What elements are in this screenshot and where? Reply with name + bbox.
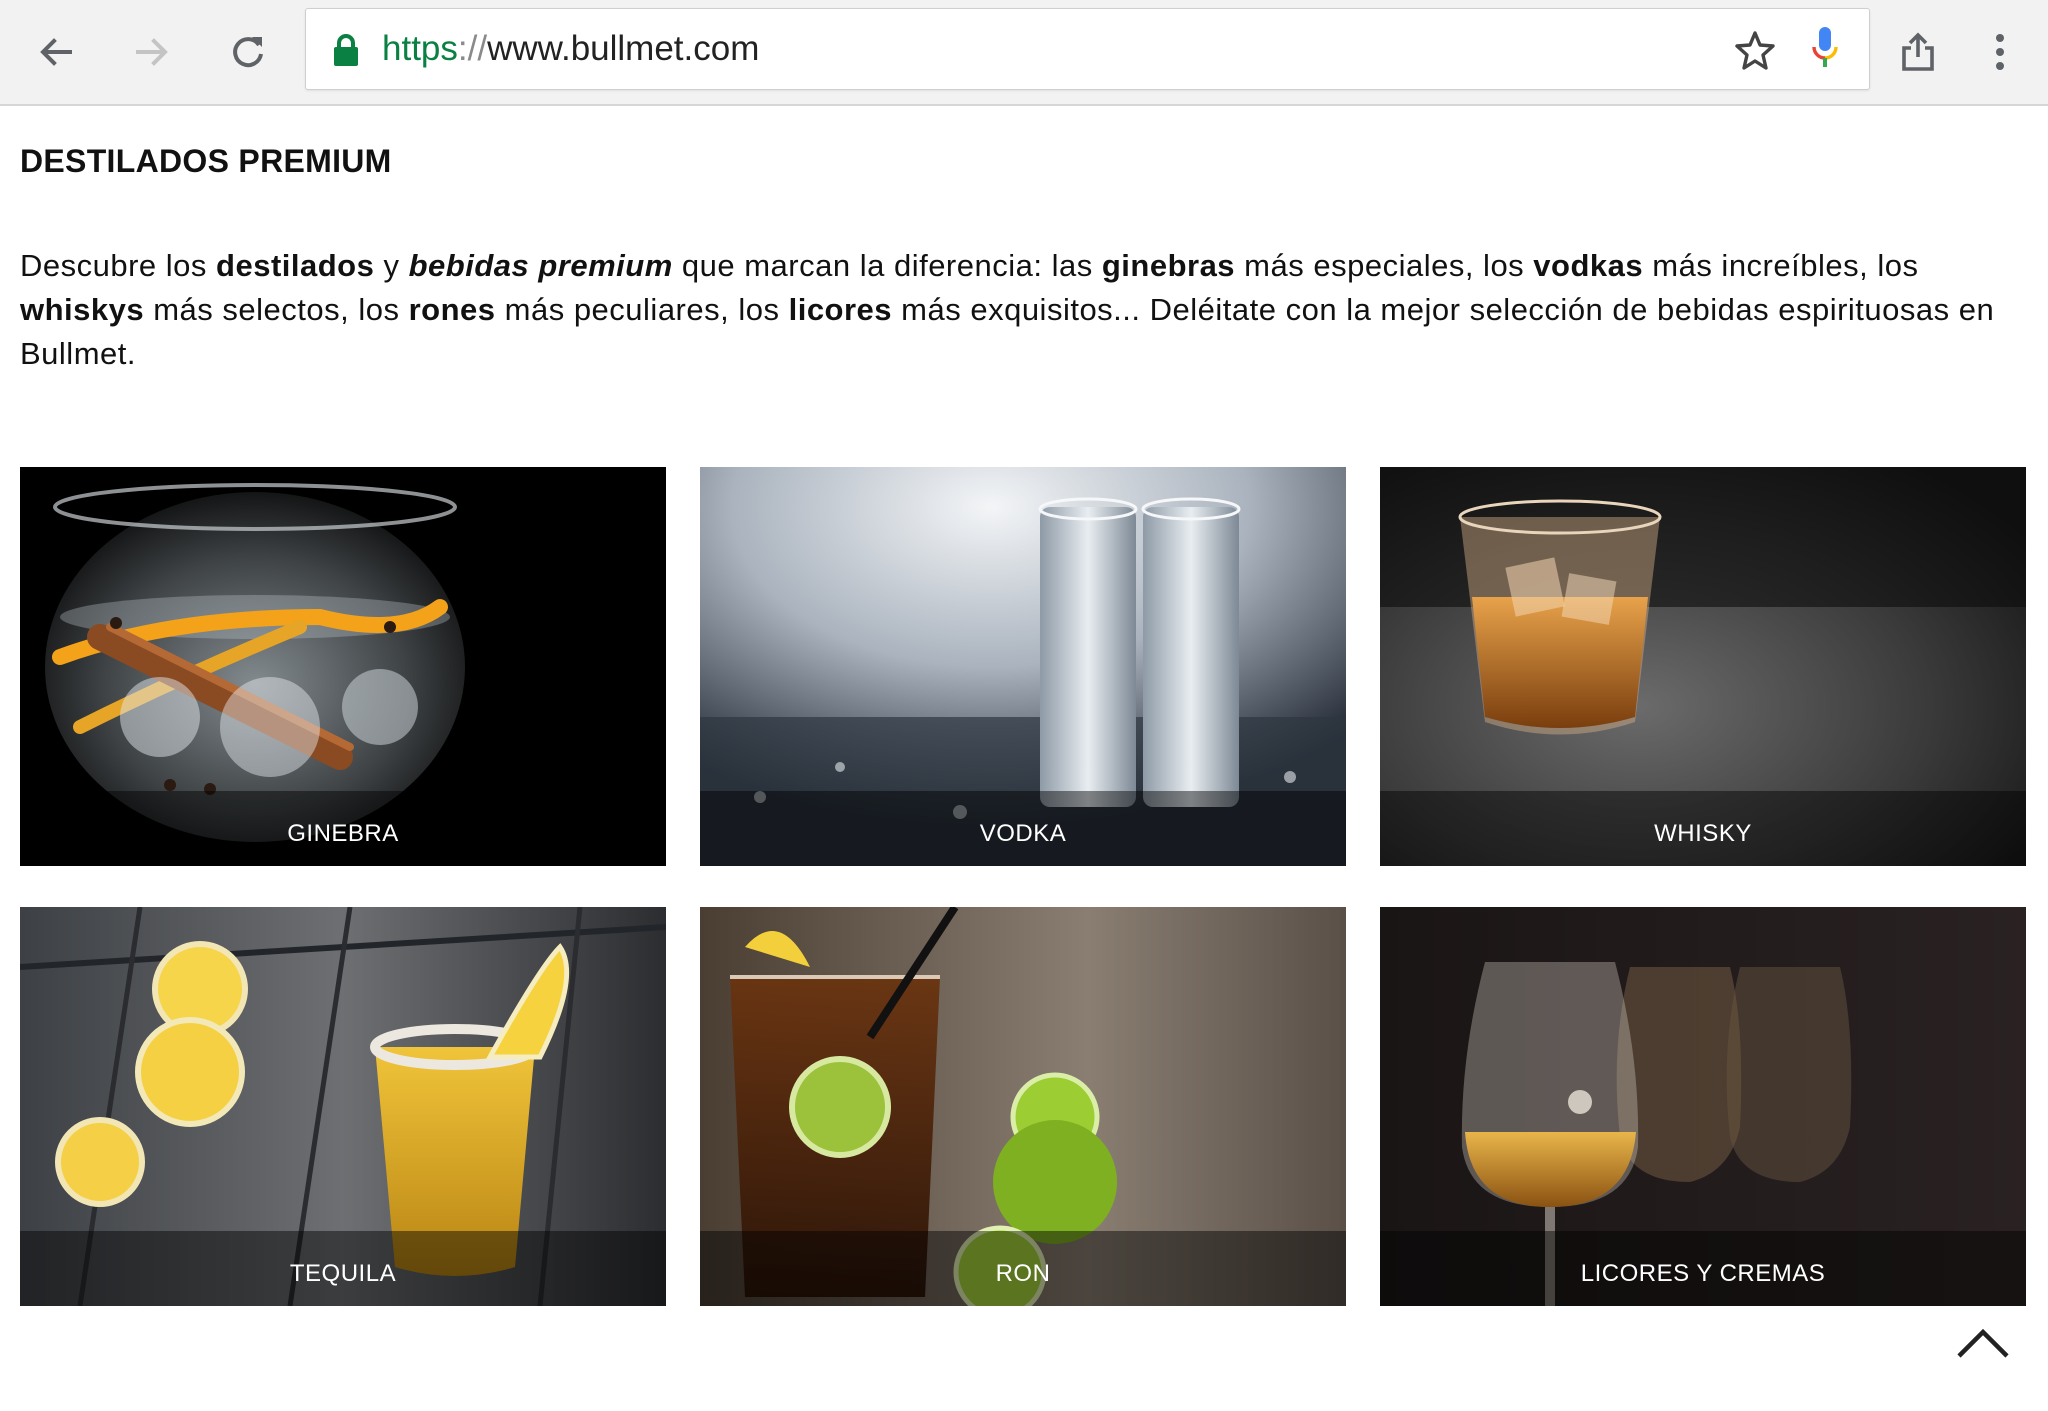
microphone-icon[interactable]	[1811, 25, 1839, 73]
bookmark-star-icon[interactable]	[1734, 29, 1776, 71]
browser-toolbar: https://www.bullmet.com	[0, 0, 2048, 106]
address-bar[interactable]: https://www.bullmet.com	[305, 8, 1870, 90]
share-button[interactable]	[1882, 18, 1954, 86]
reload-button[interactable]	[212, 18, 284, 86]
url-separator: ://	[457, 29, 488, 68]
category-label: LICORES Y CREMAS	[1580, 1260, 1826, 1287]
category-label: RON	[995, 1260, 1051, 1287]
page-title: DESTILADOS PREMIUM	[20, 143, 392, 179]
url-scheme: https	[382, 29, 458, 68]
intro-text: más increíbles, los	[1643, 248, 1919, 283]
category-tile-licores[interactable]: LICORES Y CREMAS	[1380, 907, 2026, 1306]
intro-text: y	[374, 248, 409, 283]
arrow-right-icon	[136, 38, 168, 66]
intro-keyword: vodkas	[1533, 248, 1644, 283]
category-label: TEQUILA	[289, 1260, 397, 1287]
category-tile-vodka[interactable]: VODKA	[700, 467, 1346, 866]
intro-text: más especiales, los	[1235, 248, 1534, 283]
forward-button[interactable]	[116, 18, 188, 86]
padlock-icon	[334, 34, 358, 66]
arrow-left-icon	[40, 38, 72, 66]
category-label: GINEBRA	[287, 820, 399, 847]
three-dots-vertical-icon	[1996, 34, 2004, 70]
category-tile-whisky[interactable]: WHISKY	[1380, 467, 2026, 866]
category-tile-ron[interactable]: RON	[700, 907, 1346, 1306]
intro-keyword: licores	[788, 292, 893, 327]
chevron-up-icon[interactable]	[1955, 1322, 2011, 1362]
intro-text: que marcan la diferencia: las	[672, 248, 1102, 283]
share-icon	[1902, 32, 1934, 71]
intro-paragraph: Descubre los destilados y bebidas premiu…	[20, 244, 2028, 376]
url-host: www.bullmet.com	[487, 29, 760, 68]
category-tile-tequila[interactable]: TEQUILA	[20, 907, 666, 1306]
category-tile-ginebra[interactable]: GINEBRA	[20, 467, 666, 866]
intro-keyword: destilados	[216, 248, 375, 283]
intro-keyword: rones	[408, 292, 496, 327]
url-text: https://www.bullmet.com	[382, 29, 759, 69]
intro-keyword: whiskys	[20, 292, 145, 327]
refresh-icon	[233, 37, 263, 68]
intro-text: Descubre los	[20, 248, 217, 283]
back-button[interactable]	[20, 18, 92, 86]
category-label: WHISKY	[1654, 820, 1752, 847]
intro-text: más selectos, los	[144, 292, 409, 327]
intro-keyword: bebidas premium	[408, 248, 673, 283]
intro-text: más peculiares, los	[495, 292, 789, 327]
menu-button[interactable]	[1964, 18, 2036, 86]
category-label: VODKA	[979, 820, 1067, 847]
intro-keyword: ginebras	[1101, 248, 1236, 283]
